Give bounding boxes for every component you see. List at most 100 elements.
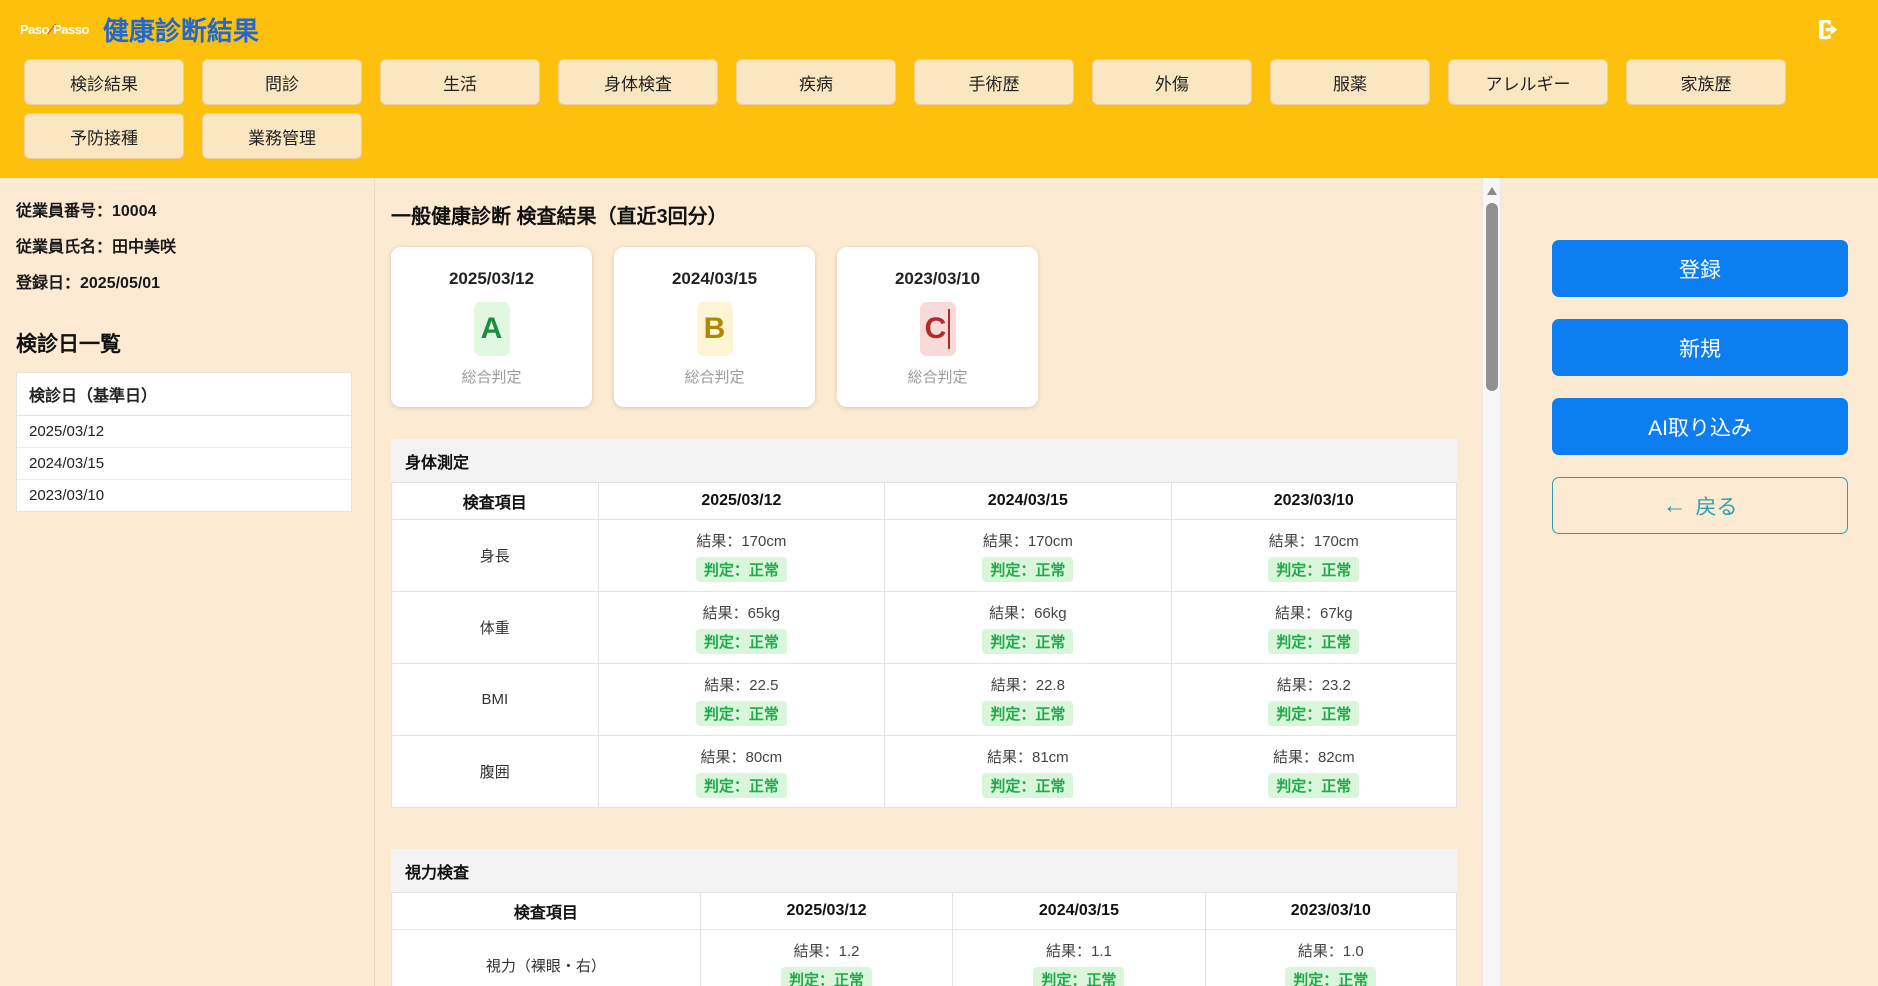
scrollbar-thumb[interactable] — [1486, 203, 1498, 391]
nav-tab[interactable]: 疾病 — [736, 59, 896, 105]
result-cell: 結果：67kg 判定：正常 — [1171, 592, 1456, 664]
grade-value: A — [481, 312, 503, 346]
card-label: 総合判定 — [837, 366, 1038, 387]
result-value: 結果：67kg — [1173, 602, 1455, 623]
judgment-badge: 判定：正常 — [1268, 629, 1359, 654]
results-table: 検査項目2025/03/122024/03/152023/03/10身長結果：1… — [391, 482, 1457, 808]
nav-tab[interactable]: 身体検査 — [558, 59, 718, 105]
result-cell: 結果：1.0判定：正常 — [1205, 930, 1456, 986]
card-label: 総合判定 — [391, 366, 592, 387]
result-cell: 結果：81cm 判定：正常 — [885, 736, 1171, 808]
results-table: 検査項目2025/03/122024/03/152023/03/10視力（裸眼・… — [391, 892, 1457, 986]
column-header: 2025/03/12 — [598, 483, 884, 520]
result-cell: 結果：23.2判定：正常 — [1171, 664, 1456, 736]
scrollbar-up-arrow[interactable] — [1487, 187, 1497, 195]
result-cell: 結果：22.5 判定：正常 — [598, 664, 884, 736]
judgment-badge: 判定：正常 — [696, 557, 787, 582]
result-cell: 結果：1.2 判定：正常 — [700, 930, 952, 986]
result-value: 結果：22.8 — [886, 674, 1169, 695]
employee-info-block: 従業員番号：10004 従業員氏名：田中美咲登録日：2025/05/01 — [16, 202, 358, 294]
text-caret — [948, 309, 950, 349]
grade-value: C — [925, 312, 947, 346]
register-button[interactable]: 登録 — [1552, 240, 1848, 297]
column-header: 2023/03/10 — [1205, 893, 1456, 930]
grade-chip[interactable]: B — [697, 302, 733, 356]
employee-sidebar: 従業員番号：10004従業員氏名：田中美咲登録日：2025/05/01 検診日一… — [0, 178, 375, 986]
checkup-date-rows: 2025/03/122024/03/152023/03/10 — [17, 416, 351, 511]
summary-cards: 2025/03/12 A 総合判定 2024/03/15 B 総合判定 2023/03/10… — [391, 247, 1457, 407]
employee-info-line: 登録日：2025/05/01 — [16, 274, 358, 294]
judgment-badge: 判定：正常 — [982, 701, 1073, 726]
table-row: 身長結果：170cm判定：正常結果：170cm判定：正常結果：170cm判定：正… — [392, 520, 1457, 592]
card-date: 2023/03/10 — [837, 269, 1038, 289]
result-value: 結果：22.5 — [600, 674, 883, 695]
nav-tab[interactable]: 服薬 — [1270, 59, 1430, 105]
judgment-badge: 判定：正常 — [982, 629, 1073, 654]
result-section: 身体測定検査項目2025/03/122024/03/152023/03/10身長… — [391, 439, 1457, 808]
app-logo: Paso⁄Passo — [20, 21, 89, 38]
checkup-date-row[interactable]: 2025/03/12 — [17, 416, 351, 448]
logo-mark-icon: ⁄ — [50, 21, 52, 38]
back-button[interactable]: ← 戻る — [1552, 477, 1848, 534]
judgment-badge: 判定：正常 — [1285, 967, 1376, 986]
judgment-badge: 判定：正常 — [696, 629, 787, 654]
result-value: 結果：66kg — [886, 602, 1169, 623]
result-cell: 結果：170cm 判定：正常 — [598, 520, 884, 592]
column-header: 検査項目 — [392, 483, 599, 520]
result-cell: 結果：170cm判定：正常 — [885, 520, 1171, 592]
result-cell: 結果：82cm判定：正常 — [1171, 736, 1456, 808]
employee-info-line: 従業員番号：10004 — [16, 202, 358, 222]
nav-tab[interactable]: 業務管理 — [202, 113, 362, 159]
nav-row-2: 予防接種業務管理 — [0, 113, 1878, 159]
column-header: 2025/03/12 — [700, 893, 952, 930]
nav-tab[interactable]: 予防接種 — [24, 113, 184, 159]
logout-icon[interactable] — [1814, 15, 1842, 43]
table-row: BMI結果：22.5判定：正常結果：22.8判定：正常結果：23.2判定：正常 — [392, 664, 1457, 736]
result-value: 結果：1.2 — [702, 940, 951, 961]
judgment-badge: 判定：正常 — [696, 773, 787, 798]
card-date: 2025/03/12 — [391, 269, 592, 289]
judgment-badge: 判定：正常 — [696, 701, 787, 726]
new-button[interactable]: 新規 — [1552, 319, 1848, 376]
item-name: 視力（裸眼・右） — [392, 930, 701, 986]
nav-tab[interactable]: アレルギー — [1448, 59, 1608, 105]
card-date: 2024/03/15 — [614, 269, 815, 289]
result-value: 結果：1.1 — [954, 940, 1203, 961]
nav-tab[interactable]: 外傷 — [1092, 59, 1252, 105]
main-panel: 一般健康診断 検査結果（直近3回分） 2025/03/12 A 総合判定 2024/0… — [375, 178, 1500, 986]
action-panel: 登録 新規 AI取り込み ← 戻る — [1500, 178, 1878, 986]
ai-import-button[interactable]: AI取り込み — [1552, 398, 1848, 455]
result-cell: 結果：65kg 判定：正常 — [598, 592, 884, 664]
nav-tab[interactable]: 手術歴 — [914, 59, 1074, 105]
main-title: 一般健康診断 検査結果（直近3回分） — [391, 200, 1457, 229]
scrollbar[interactable] — [1482, 178, 1501, 986]
page-title: 健康診断結果 — [103, 11, 259, 48]
judgment-badge: 判定：正常 — [781, 967, 872, 986]
app-root: Paso⁄Passo 健康診断結果 検診結果問診生活身体検査疾病手術歴外傷服薬ア… — [0, 0, 1878, 986]
item-name: 腹囲 — [392, 736, 599, 808]
judgment-badge: 判定：正常 — [982, 773, 1073, 798]
result-value: 結果：80cm — [600, 746, 883, 767]
table-row: 体重結果：65kg判定：正常結果：66kg判定：正常結果：67kg判定：正常 — [392, 592, 1457, 664]
employee-info-line: 従業員氏名：田中美咲 — [16, 238, 358, 258]
logo-text-left: Paso — [20, 22, 49, 37]
checkup-date-row[interactable]: 2024/03/15 — [17, 448, 351, 480]
result-value: 結果：170cm — [600, 530, 883, 551]
back-arrow-icon: ← — [1663, 494, 1687, 518]
result-sections: 身体測定検査項目2025/03/122024/03/152023/03/10身長… — [391, 439, 1457, 986]
checkup-date-table: 検診日（基準日） 2025/03/122024/03/152023/03/10 — [16, 372, 352, 512]
nav-tab[interactable]: 問診 — [202, 59, 362, 105]
grade-value: B — [704, 312, 726, 346]
nav-tab[interactable]: 家族歴 — [1626, 59, 1786, 105]
nav-tab[interactable]: 検診結果 — [24, 59, 184, 105]
result-value: 結果：65kg — [600, 602, 883, 623]
item-name: 身長 — [392, 520, 599, 592]
content-area: 従業員番号：10004従業員氏名：田中美咲登録日：2025/05/01 検診日一… — [0, 178, 1878, 986]
nav-tab[interactable]: 生活 — [380, 59, 540, 105]
grade-chip[interactable]: C — [920, 302, 956, 356]
summary-card: 2024/03/15B総合判定 — [614, 247, 815, 407]
grade-chip[interactable]: A — [474, 302, 510, 356]
checkup-date-row[interactable]: 2023/03/10 — [17, 480, 351, 511]
result-value: 結果：81cm — [886, 746, 1169, 767]
back-button-label: 戻る — [1696, 491, 1738, 521]
